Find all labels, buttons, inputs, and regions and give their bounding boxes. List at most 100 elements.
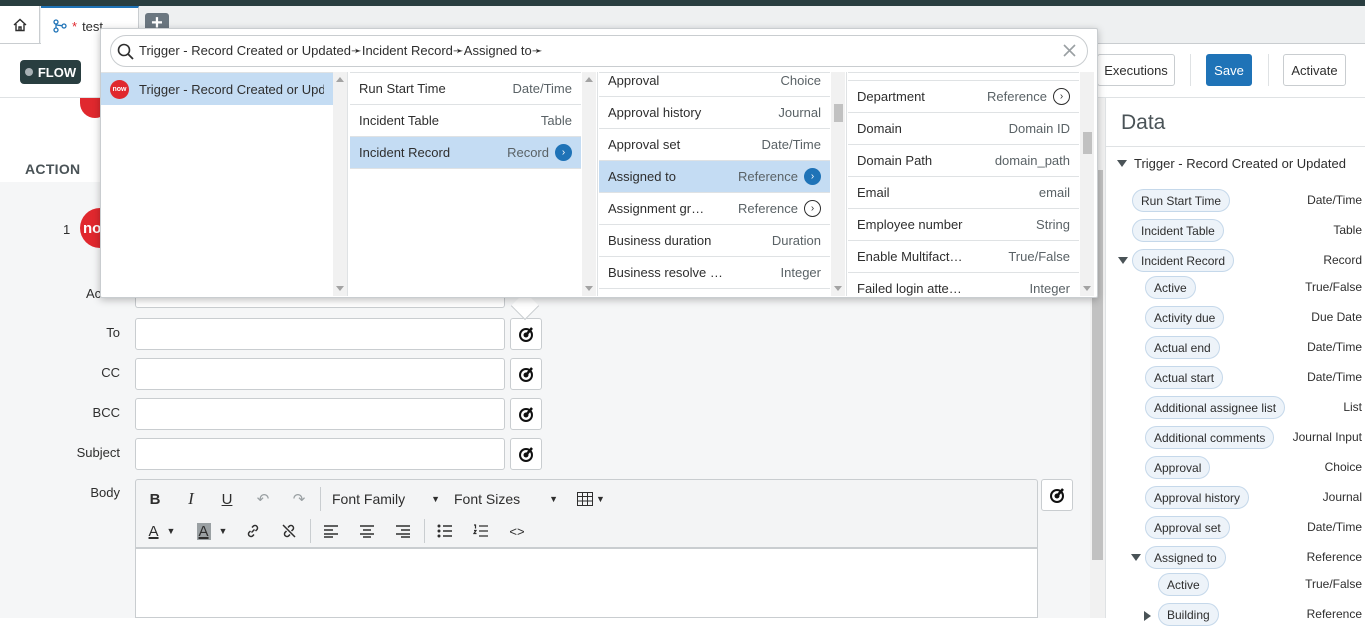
picker-search-input[interactable]: Trigger - Record Created or Updated➛Inci…: [110, 35, 1088, 67]
picker-item[interactable]: Incident Table Table: [350, 105, 581, 137]
data-pill[interactable]: Activity due: [1145, 306, 1225, 329]
scroll-up-icon[interactable]: [585, 77, 593, 82]
data-pill[interactable]: Run Start Time: [1132, 189, 1231, 212]
numbered-list-icon[interactable]: [470, 520, 492, 542]
scrollbar-thumb[interactable]: [1083, 132, 1092, 154]
scroll-down-icon[interactable]: [585, 286, 593, 291]
data-pill[interactable]: Active: [1145, 276, 1196, 299]
scroll-up-icon[interactable]: [336, 77, 344, 82]
underline-button[interactable]: U: [216, 488, 238, 510]
data-pill[interactable]: Active: [1158, 573, 1209, 596]
font-family-select[interactable]: Font Family ▼: [332, 488, 440, 510]
data-pill-picker-button[interactable]: [510, 318, 542, 350]
data-pill[interactable]: Assigned to: [1145, 546, 1226, 569]
code-view-button[interactable]: <>: [506, 520, 528, 542]
align-left-icon[interactable]: [320, 520, 342, 542]
drill-in-icon[interactable]: ›: [1053, 72, 1070, 73]
picker-item[interactable]: Run Start Time Date/Time: [350, 73, 581, 105]
expand-caret-icon[interactable]: [1144, 611, 1151, 621]
data-pill[interactable]: Additional assignee list: [1145, 396, 1286, 419]
bcc-input[interactable]: [135, 398, 505, 430]
picker-item[interactable]: Email email: [848, 177, 1079, 209]
italic-button[interactable]: I: [180, 488, 202, 510]
bcc-label: BCC: [92, 405, 120, 420]
data-pill[interactable]: Additional comments: [1145, 426, 1275, 449]
drill-in-icon[interactable]: ›: [804, 200, 821, 217]
drill-in-icon[interactable]: ›: [555, 144, 572, 161]
data-pill[interactable]: Actual end: [1145, 336, 1220, 359]
to-label: To: [106, 325, 120, 340]
align-center-icon[interactable]: [356, 520, 378, 542]
data-pill[interactable]: Incident Table: [1132, 219, 1224, 242]
data-pill-picker-button[interactable]: [510, 398, 542, 430]
table-button[interactable]: ▼: [574, 488, 608, 510]
rich-text-editor-body[interactable]: [135, 548, 1038, 618]
align-right-icon[interactable]: [392, 520, 414, 542]
redo-icon[interactable]: ↷: [288, 488, 310, 510]
data-pill-type: Journal: [1322, 490, 1362, 504]
picker-item-trigger[interactable]: now Trigger - Record Created or Upd…: [101, 73, 333, 105]
text-color-button[interactable]: A ▼: [144, 520, 180, 542]
subject-input[interactable]: [135, 438, 505, 470]
picker-item[interactable]: Department Reference ›: [848, 81, 1079, 113]
scroll-down-icon[interactable]: [834, 286, 842, 291]
data-pill[interactable]: Building: [1158, 603, 1219, 626]
link-icon[interactable]: [242, 520, 264, 542]
picker-item[interactable]: Default perspe…Reference›: [848, 72, 1079, 81]
to-input[interactable]: [135, 318, 505, 350]
picker-item[interactable]: Assignment gr… Reference ›: [599, 193, 830, 225]
data-panel-title: Data: [1121, 111, 1166, 134]
scroll-down-icon[interactable]: [1083, 286, 1091, 291]
picker-col2-scrollbar[interactable]: [582, 72, 596, 296]
clear-search-icon[interactable]: [1062, 43, 1077, 58]
data-root-label[interactable]: Trigger - Record Created or Updated: [1134, 156, 1346, 171]
picker-item[interactable]: Approval Choice: [599, 73, 830, 97]
collapse-caret-icon[interactable]: [1118, 257, 1128, 264]
scroll-down-icon[interactable]: [336, 286, 344, 291]
undo-icon[interactable]: ↶: [252, 488, 274, 510]
picker-item[interactable]: Failed login atte… Integer: [848, 273, 1079, 296]
expand-caret-icon[interactable]: [1117, 160, 1127, 167]
picker-item[interactable]: Enable Multifact… True/False: [848, 241, 1079, 273]
cc-input[interactable]: [135, 358, 505, 390]
data-pill[interactable]: Incident Record: [1132, 249, 1235, 272]
picker-item[interactable]: Domain Path domain_path: [848, 145, 1079, 177]
data-pill-picker-button[interactable]: [510, 358, 542, 390]
bold-button[interactable]: B: [144, 488, 166, 510]
caret-down-icon: ▼: [431, 494, 440, 504]
picker-item[interactable]: Domain Domain ID: [848, 113, 1079, 145]
collapse-caret-icon[interactable]: [1131, 554, 1141, 561]
picker-item[interactable]: Business resolve … Integer: [599, 257, 830, 289]
unlink-icon[interactable]: [278, 520, 300, 542]
data-pill-picker-button[interactable]: [1041, 479, 1073, 511]
data-pill[interactable]: Approval history: [1145, 486, 1250, 509]
save-button[interactable]: Save: [1206, 54, 1252, 86]
picker-col3-scrollbar[interactable]: [831, 72, 845, 296]
tab-home[interactable]: [0, 6, 40, 43]
data-pill-picker-button[interactable]: [510, 438, 542, 470]
background-color-button[interactable]: A ▼: [192, 520, 232, 542]
executions-button[interactable]: Executions: [1097, 54, 1175, 86]
picker-item[interactable]: Approval history Journal: [599, 97, 830, 129]
picker-item-label: Email: [857, 185, 890, 200]
data-pill[interactable]: Approval: [1145, 456, 1211, 479]
picker-item[interactable]: Incident Record Record ›: [350, 137, 581, 169]
drill-in-icon[interactable]: ›: [804, 168, 821, 185]
scrollbar-thumb[interactable]: [834, 104, 843, 122]
bullet-list-icon[interactable]: [434, 520, 456, 542]
picker-item[interactable]: Business duration Duration: [599, 225, 830, 257]
picker-item-type: Domain ID: [1008, 121, 1070, 136]
picker-col1-scrollbar[interactable]: [333, 72, 347, 296]
picker-item[interactable]: Employee number String: [848, 209, 1079, 241]
drill-in-icon[interactable]: ›: [1053, 88, 1070, 105]
picker-item-type: Integer: [780, 265, 821, 280]
activate-button[interactable]: Activate: [1283, 54, 1346, 86]
data-pill-type: Date/Time: [1307, 193, 1362, 207]
data-pill[interactable]: Approval set: [1145, 516, 1230, 539]
data-pill[interactable]: Actual start: [1145, 366, 1224, 389]
caret-down-icon: ▼: [596, 494, 605, 504]
picker-col4-scrollbar[interactable]: [1080, 72, 1094, 296]
picker-item[interactable]: Assigned to Reference ›: [599, 161, 830, 193]
picker-item[interactable]: Approval set Date/Time: [599, 129, 830, 161]
font-sizes-select[interactable]: Font Sizes ▼: [454, 488, 558, 510]
